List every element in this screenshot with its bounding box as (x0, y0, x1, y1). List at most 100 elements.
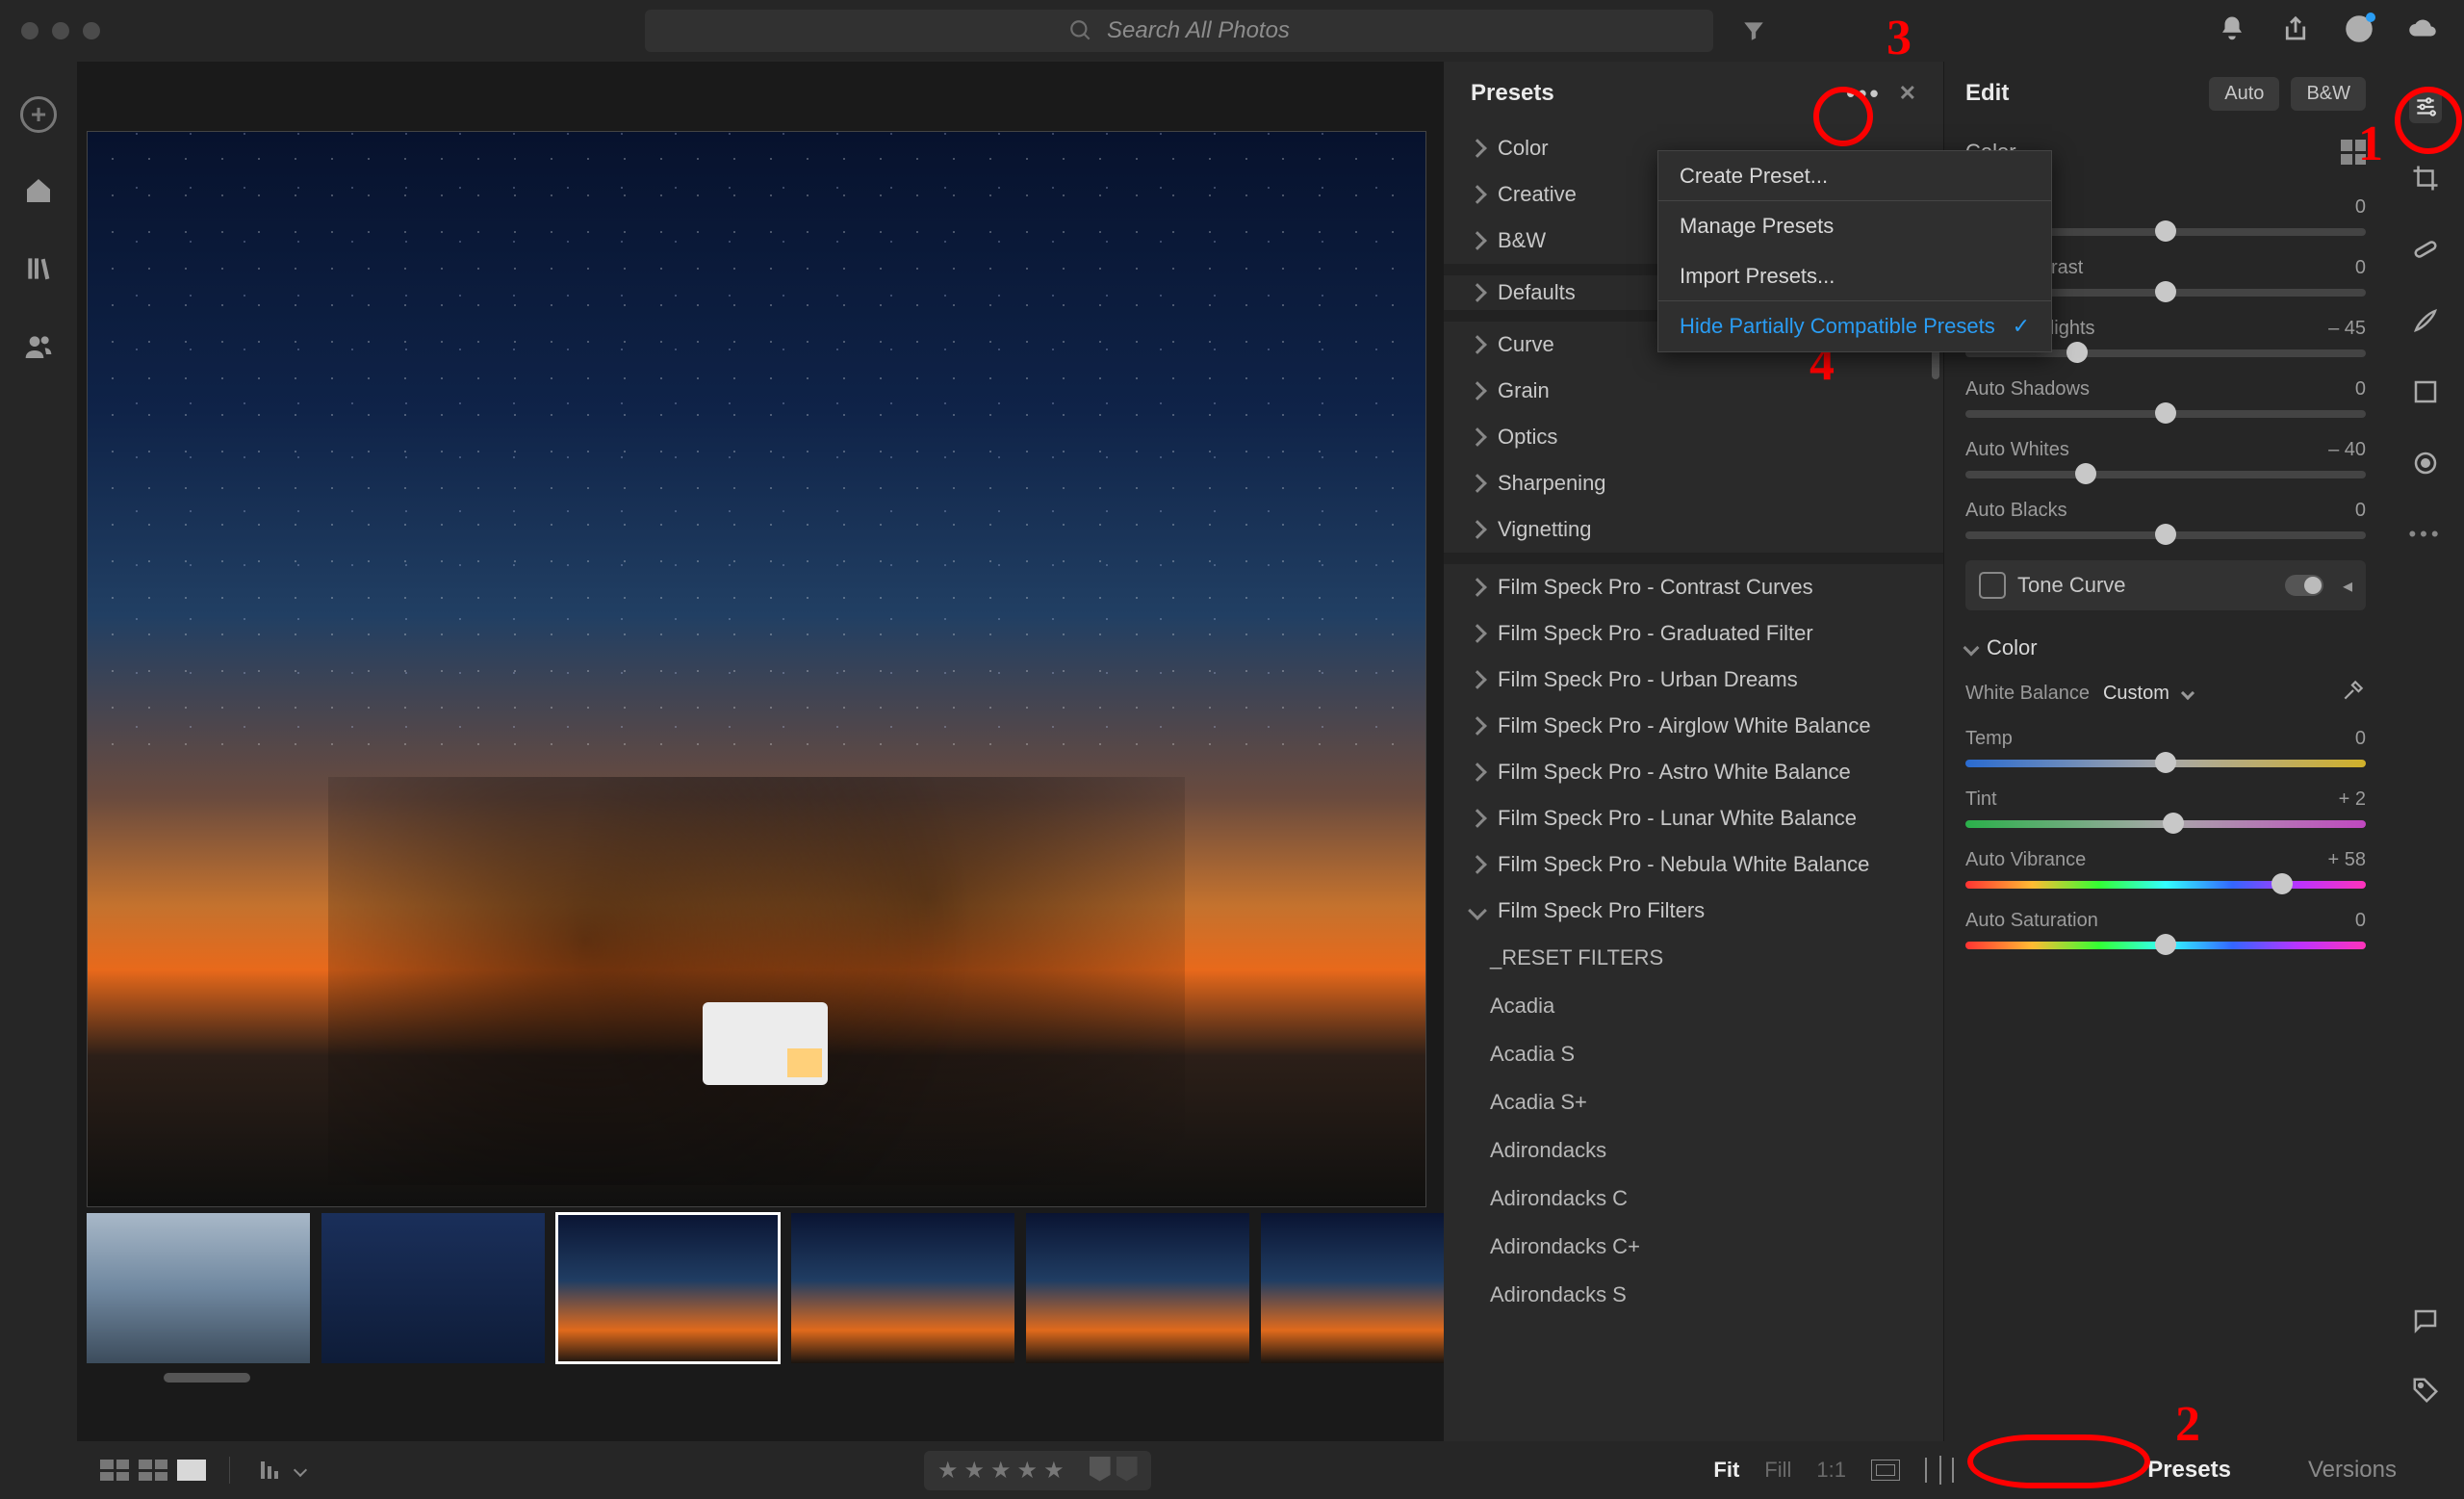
grid-view[interactable] (100, 1460, 129, 1481)
preset-group[interactable]: Film Speck Pro - Lunar White Balance (1444, 795, 1943, 841)
keywords-button[interactable] (2409, 1374, 2442, 1407)
slider-tint[interactable]: Tint+ 2 (1965, 788, 2366, 828)
preset-group[interactable]: Film Speck Pro - Urban Dreams (1444, 657, 1943, 703)
tone-curve-toggle[interactable] (2285, 575, 2323, 596)
shared-button[interactable] (23, 331, 54, 367)
eyedropper-icon (2341, 678, 2366, 703)
tab-presets[interactable]: Presets (2147, 1457, 2231, 1484)
thumb-1[interactable] (87, 1213, 310, 1363)
more-tools[interactable]: ••• (2409, 518, 2442, 551)
menu-hide-partial[interactable]: Hide Partially Compatible Presets✓ (1658, 301, 2051, 351)
zoom-1to1[interactable]: 1:1 (1816, 1458, 1846, 1483)
preset-item[interactable]: Acadia S (1444, 1030, 1943, 1078)
close-window[interactable] (21, 22, 38, 39)
white-balance-row[interactable]: White Balance Custom (1965, 678, 2366, 709)
preset-group[interactable]: Film Speck Pro - Graduated Filter (1444, 610, 1943, 657)
notifications-button[interactable] (2218, 14, 2246, 48)
preset-item[interactable]: Adirondacks S (1444, 1271, 1943, 1319)
home-icon (23, 175, 54, 206)
crop-tool[interactable] (2409, 162, 2442, 194)
tab-versions[interactable]: Versions (2308, 1457, 2397, 1484)
flag-reject[interactable] (1116, 1457, 1138, 1482)
healing-tool[interactable] (2409, 233, 2442, 266)
star-icon[interactable]: ★ (964, 1457, 986, 1485)
preset-item[interactable]: _RESET FILTERS (1444, 934, 1943, 982)
preset-group-open[interactable]: Film Speck Pro Filters (1444, 888, 1943, 934)
expand-icon[interactable]: ◂ (2343, 574, 2352, 598)
color-section-header[interactable]: Color (1965, 635, 2366, 660)
preset-group[interactable]: Optics (1444, 414, 1943, 460)
help-button[interactable] (2345, 14, 2374, 48)
minimize-window[interactable] (52, 22, 69, 39)
linear-gradient-tool[interactable] (2409, 375, 2442, 408)
search-input[interactable]: Search All Photos (645, 10, 1713, 52)
zoom-fit[interactable]: Fit (1713, 1458, 1739, 1483)
preset-group[interactable]: Sharpening (1444, 460, 1943, 506)
star-icon[interactable]: ★ (990, 1457, 1012, 1485)
slider-blacks[interactable]: Auto Blacks0 (1965, 500, 2366, 539)
slider-whites[interactable]: Auto Whites– 40 (1965, 439, 2366, 478)
filmstrip (87, 1213, 1484, 1363)
thumb-5[interactable] (1026, 1213, 1249, 1363)
preset-item[interactable]: Acadia (1444, 982, 1943, 1030)
tone-curve-row[interactable]: Tone Curve ◂ (1965, 560, 2366, 610)
topbar-right (2218, 0, 2437, 62)
thumb-4[interactable] (791, 1213, 1014, 1363)
brush-tool[interactable] (2409, 304, 2442, 337)
thumb-2[interactable] (321, 1213, 545, 1363)
thumb-3-selected[interactable] (556, 1213, 780, 1363)
radial-gradient-tool[interactable] (2409, 447, 2442, 479)
star-icon[interactable]: ★ (1017, 1457, 1039, 1485)
preset-group[interactable]: Vignetting (1444, 506, 1943, 553)
add-photos-button[interactable]: + (20, 96, 57, 133)
cloud-sync-button[interactable] (2408, 14, 2437, 48)
filter-button[interactable] (1732, 10, 1775, 52)
slider-saturation[interactable]: Auto Saturation0 (1965, 910, 2366, 949)
menu-manage-presets[interactable]: Manage Presets (1658, 201, 2051, 251)
preset-group[interactable]: Film Speck Pro - Airglow White Balance (1444, 703, 1943, 749)
preset-item[interactable]: Acadia S+ (1444, 1078, 1943, 1126)
preset-item[interactable]: Adirondacks (1444, 1126, 1943, 1175)
menu-import-presets[interactable]: Import Presets... (1658, 251, 2051, 301)
share-button[interactable] (2281, 14, 2310, 48)
slider-vibrance[interactable]: Auto Vibrance+ 58 (1965, 849, 2366, 889)
flag-pick[interactable] (1090, 1457, 1111, 1482)
comments-button[interactable] (2409, 1305, 2442, 1337)
compare-icon[interactable] (1925, 1458, 1954, 1483)
presets-context-menu: Create Preset... Manage Presets Import P… (1657, 150, 2052, 352)
sort-button[interactable] (261, 1461, 278, 1479)
fullscreen-window[interactable] (83, 22, 100, 39)
preset-group[interactable]: Film Speck Pro - Nebula White Balance (1444, 841, 1943, 888)
filmstrip-scrollbar[interactable] (164, 1373, 250, 1383)
search-icon (1068, 18, 1093, 43)
detail-view[interactable] (177, 1460, 206, 1481)
star-icon[interactable]: ★ (1043, 1457, 1065, 1485)
menu-create-preset[interactable]: Create Preset... (1658, 151, 2051, 201)
bw-button[interactable]: B&W (2291, 77, 2366, 111)
edit-tool[interactable] (2409, 90, 2442, 123)
presets-close-button[interactable]: ✕ (1899, 81, 1916, 106)
eyedropper-button[interactable] (2341, 678, 2366, 709)
window-controls (21, 22, 100, 39)
preset-group[interactable]: Grain (1444, 368, 1943, 414)
chat-icon (2411, 1306, 2440, 1335)
slider-temp[interactable]: Temp0 (1965, 728, 2366, 767)
preset-item[interactable]: Adirondacks C (1444, 1175, 1943, 1223)
star-icon[interactable]: ★ (937, 1457, 959, 1485)
preset-item[interactable]: Adirondacks C+ (1444, 1223, 1943, 1271)
main-photo[interactable] (87, 131, 1426, 1207)
presets-menu-button[interactable]: ••• (1846, 79, 1881, 109)
square-grid-view[interactable] (139, 1460, 167, 1481)
profile-browser-icon[interactable] (2341, 140, 2366, 165)
zoom-thumb-icon[interactable] (1871, 1460, 1900, 1481)
slider-shadows[interactable]: Auto Shadows0 (1965, 378, 2366, 418)
library-button[interactable] (23, 253, 54, 289)
home-button[interactable] (23, 175, 54, 211)
wb-label: White Balance (1965, 683, 2090, 705)
preset-group[interactable]: Film Speck Pro - Contrast Curves (1444, 564, 1943, 610)
rating-control[interactable]: ★ ★ ★ ★ ★ (924, 1451, 1151, 1490)
auto-button[interactable]: Auto (2209, 77, 2279, 111)
zoom-fill[interactable]: Fill (1764, 1458, 1791, 1483)
photo-subject (703, 1002, 828, 1085)
preset-group[interactable]: Film Speck Pro - Astro White Balance (1444, 749, 1943, 795)
